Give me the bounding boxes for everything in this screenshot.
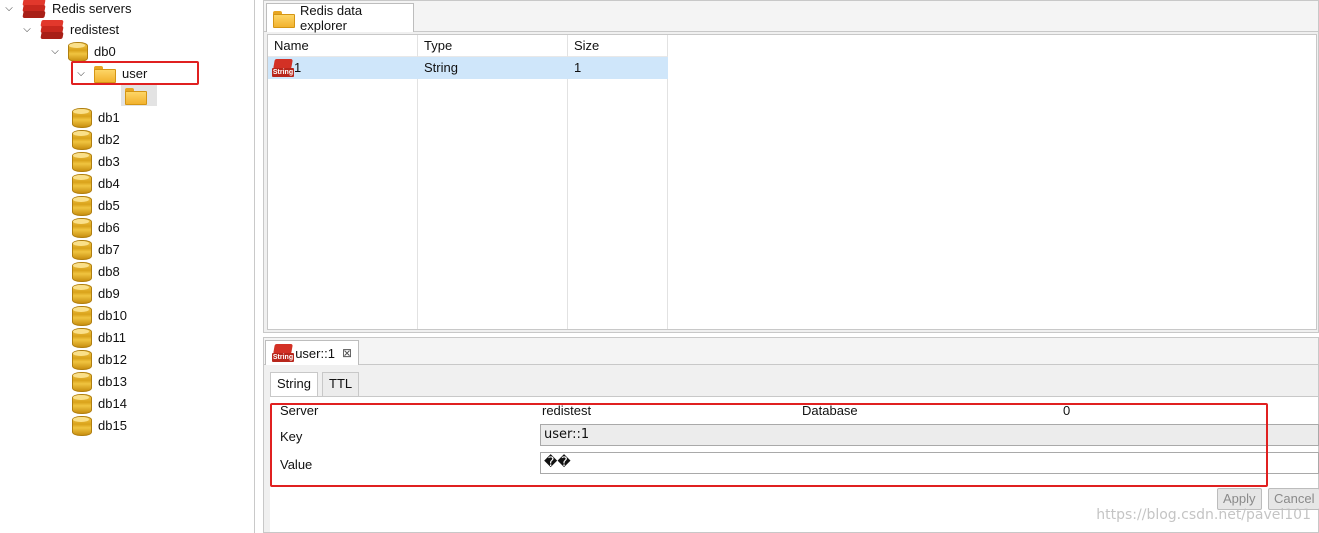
highlight-box: [270, 403, 1268, 487]
tree-node-db8[interactable]: db8: [72, 260, 120, 282]
tree-node-label: db11: [98, 329, 126, 345]
tree-node-label: db6: [98, 219, 120, 235]
database-icon: [72, 239, 92, 260]
tree-node-db4[interactable]: db4: [72, 172, 120, 194]
tree-node-label: db7: [98, 241, 120, 257]
column-header-size[interactable]: Size: [568, 35, 668, 57]
string-key-icon: String: [272, 343, 294, 363]
tree-node-label: db1: [98, 109, 120, 125]
tree-node-label: db12: [98, 351, 127, 367]
chevron-down-icon[interactable]: ⌵: [2, 1, 16, 15]
cell-name: String 1: [268, 57, 418, 79]
database-icon: [72, 283, 92, 304]
tree-node-label: db2: [98, 131, 120, 147]
column-divider: [268, 35, 418, 329]
tab-label: Redis data explorer: [299, 3, 363, 33]
tree-node-label: db5: [98, 197, 120, 213]
tab-ttl[interactable]: TTL: [322, 372, 360, 396]
database-icon: [72, 415, 92, 436]
tree-node-label: Redis servers: [52, 0, 132, 16]
database-icon: [72, 217, 92, 238]
keys-table: Name Type Size String 1 String 1: [267, 34, 1317, 330]
tree-node-db0[interactable]: ⌵ db0: [48, 40, 116, 62]
tab-label: user::1: [295, 345, 335, 361]
database-icon: [72, 107, 92, 128]
column-header-name[interactable]: Name: [268, 35, 418, 57]
database-icon: [72, 195, 92, 216]
chevron-down-icon[interactable]: ⌵: [48, 44, 62, 58]
database-icon: [72, 129, 92, 150]
column-divider: [568, 35, 668, 329]
tree-node-db13[interactable]: db13: [72, 370, 127, 392]
tree-node-db1[interactable]: db1: [72, 106, 120, 128]
watermark: https://blog.csdn.net/pavel101: [1096, 507, 1311, 523]
string-key-icon: String: [272, 58, 294, 78]
tree-node-redis-servers[interactable]: ⌵ Redis servers: [2, 0, 131, 19]
tree-node-label: redistest: [70, 21, 120, 37]
tab-string[interactable]: String: [270, 372, 318, 397]
key-editor-panel: String user::1 ⊠ String TTL Server redis…: [263, 337, 1319, 533]
redis-server-icon: [40, 19, 64, 39]
tree-node-db6[interactable]: db6: [72, 216, 120, 238]
folder-icon: [273, 10, 295, 28]
tree-node-label: db13: [98, 373, 127, 389]
tree-node-label: db9: [98, 285, 120, 301]
tree-node-db10[interactable]: db10: [72, 304, 127, 326]
tree-node-label: db14: [98, 395, 127, 411]
tree-node-db14[interactable]: db14: [72, 392, 127, 414]
tree-node-label: user: [122, 65, 148, 81]
tree-node-db15[interactable]: db15: [72, 414, 127, 436]
tree-node-label: db3: [98, 153, 120, 169]
table-row[interactable]: String 1 String 1: [268, 57, 668, 79]
close-icon[interactable]: ⊠: [342, 346, 352, 360]
tree-node-db3[interactable]: db3: [72, 150, 120, 172]
database-icon: [72, 393, 92, 414]
tree-node-server[interactable]: ⌵ redistest: [20, 18, 119, 40]
tree-node-label: db10: [98, 307, 127, 323]
database-icon: [72, 349, 92, 370]
row-type: String: [424, 60, 458, 75]
database-icon: [68, 41, 88, 62]
tree-node-db11[interactable]: db11: [72, 326, 126, 348]
row-name: 1: [294, 60, 302, 75]
folder-icon: [125, 88, 147, 105]
tab-redis-data-explorer[interactable]: Redis data explorer: [266, 3, 414, 33]
database-icon: [72, 173, 92, 194]
database-icon: [72, 305, 92, 326]
chevron-down-icon[interactable]: ⌵: [20, 22, 34, 36]
tree-node-label: db15: [98, 417, 127, 433]
column-divider: [418, 35, 568, 329]
tree-node-folder-user[interactable]: ⌵ user: [74, 62, 147, 84]
data-explorer-panel: Redis data explorer Name Type Size Strin…: [263, 0, 1319, 333]
folder-icon: [94, 65, 116, 83]
tab-key-user-1[interactable]: String user::1 ⊠: [265, 340, 359, 365]
redis-servers-icon: [22, 0, 46, 18]
tree-node-label: db8: [98, 263, 120, 279]
tree-node-db12[interactable]: db12: [72, 348, 127, 370]
editor-tabbar: String user::1 ⊠: [264, 338, 1318, 365]
chevron-down-icon[interactable]: ⌵: [74, 66, 88, 80]
database-icon: [72, 151, 92, 172]
explorer-tabbar: Redis data explorer: [264, 1, 1318, 33]
row-size: 1: [574, 60, 582, 75]
tree-node-db5[interactable]: db5: [72, 194, 120, 216]
column-header-type[interactable]: Type: [418, 35, 568, 57]
database-icon: [72, 261, 92, 282]
tree-node-label: db0: [94, 43, 116, 59]
database-icon: [72, 371, 92, 392]
tree-node-db7[interactable]: db7: [72, 238, 120, 260]
tree-node-label: db4: [98, 175, 120, 191]
tree-node-db9[interactable]: db9: [72, 282, 120, 304]
tree-node-db2[interactable]: db2: [72, 128, 120, 150]
tree-node-key[interactable]: [121, 85, 157, 106]
database-icon: [72, 327, 92, 348]
server-tree: ⌵ Redis servers ⌵ redistest ⌵ db0 ⌵ user…: [0, 0, 255, 533]
